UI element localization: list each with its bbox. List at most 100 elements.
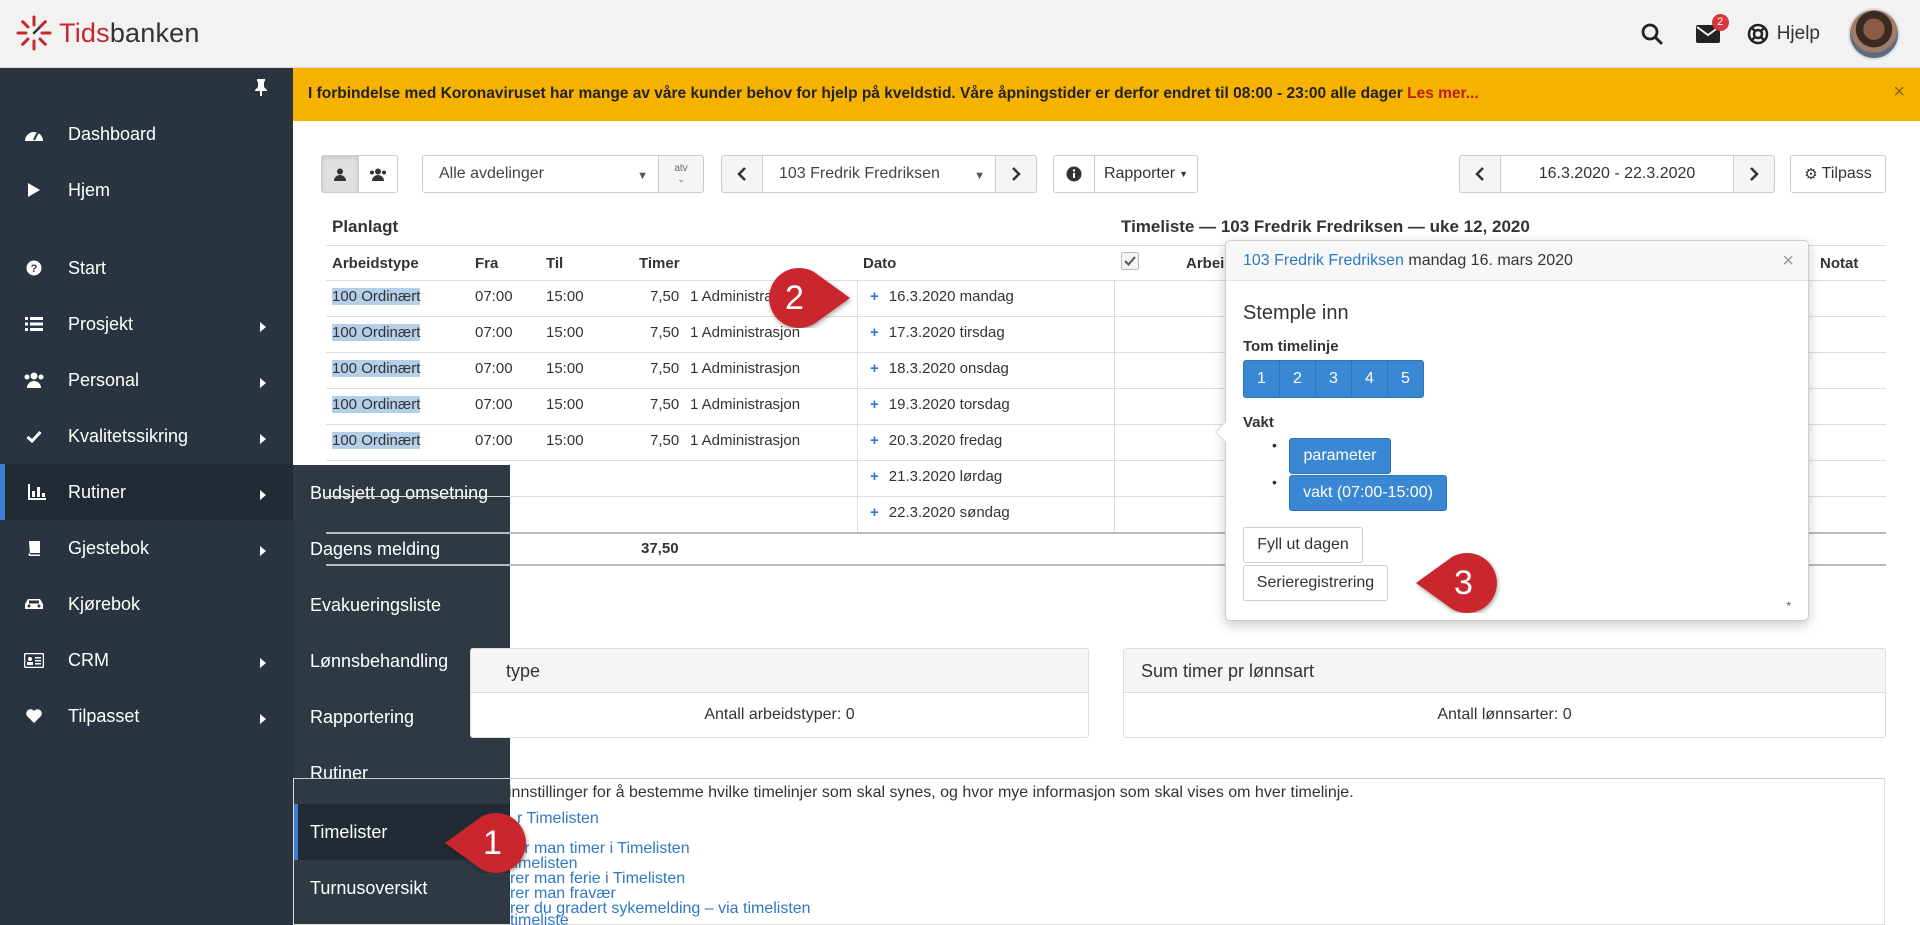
sidebar-item-gjestebok[interactable]: Gjestebok [0, 520, 293, 576]
planned-total: 37,50 [641, 540, 679, 557]
car-icon [0, 597, 68, 611]
date-row-3[interactable]: +19.3.2020 torsdag [870, 396, 1010, 413]
empty-line-2-button[interactable]: 2 [1279, 360, 1316, 398]
row-hours: 7,50 [650, 324, 680, 341]
series-registration-button[interactable]: Serieregistrering [1243, 565, 1388, 601]
work-type-count: Antall arbeidstyper: 0 [704, 706, 855, 723]
caret-right-icon [259, 317, 267, 338]
bar-chart-icon [5, 484, 68, 500]
popover-close-icon[interactable]: × [1782, 250, 1794, 273]
caret-right-icon [259, 429, 267, 450]
row-to: 15:00 [546, 288, 584, 305]
help-button[interactable]: Hjelp [1747, 23, 1820, 45]
svg-text:?: ? [31, 263, 38, 275]
logo-icon [16, 15, 52, 51]
department-select[interactable]: Alle avdelinger ▼ [422, 155, 659, 193]
caret-right-icon [259, 485, 267, 506]
date-range-field[interactable]: 16.3.2020 - 22.3.2020 [1500, 155, 1734, 193]
empty-line-3-button[interactable]: 3 [1315, 360, 1352, 398]
date-row-5[interactable]: +21.3.2020 lørdag [870, 468, 1002, 485]
plus-icon: + [870, 288, 879, 305]
popover-person-link[interactable]: 103 Fredrik Fredriksen [1243, 252, 1404, 269]
bullet: • [1272, 474, 1277, 490]
submenu-item-evakueringsliste[interactable]: Evakueringsliste [293, 577, 510, 633]
atv-sort-button[interactable]: atv ⌄ [658, 155, 704, 193]
reports-dropdown[interactable]: Rapporter ▼ [1094, 155, 1198, 193]
date-row-6[interactable]: +22.3.2020 søndag [870, 504, 1010, 521]
row-hours: 7,50 [650, 288, 680, 305]
submenu-item-dagens-melding[interactable]: Dagens melding [293, 521, 510, 577]
sidebar-item-dashboard[interactable]: Dashboard [0, 106, 293, 162]
punch-in-popover: 103 Fredrik Fredriksen mandag 16. mars 2… [1215, 240, 1809, 621]
plus-icon: + [870, 432, 879, 449]
date-row-2[interactable]: +18.3.2020 onsdag [870, 360, 1009, 377]
top-bar: Tidsbanken 2 Hjelp [0, 0, 1920, 68]
sidebar-item-start[interactable]: ? Start [0, 240, 293, 296]
sidebar-item-kvalitetssikring[interactable]: Kvalitetssikring [0, 408, 293, 464]
sidebar-item-hjem[interactable]: Hjem [0, 162, 293, 218]
question-circle-icon: ? [0, 260, 68, 276]
check-icon [0, 430, 68, 443]
row-hours: 7,50 [650, 432, 680, 449]
row-type: 100 Ordinært [332, 360, 421, 377]
sidebar-item-rutiner[interactable]: Rutiner [0, 464, 293, 520]
wage-type-panel: Sum timer pr lønnsart Antall lønnsarter:… [1123, 648, 1886, 738]
caret-right-icon [259, 653, 267, 674]
read-more-link[interactable]: Les mer... [1407, 85, 1479, 102]
col-notat: Notat [1820, 255, 1859, 272]
sidebar: Dashboard Hjem ? Start Prosjekt Personal… [0, 68, 293, 925]
col-arbeidstype: Arbeidstype [332, 255, 419, 272]
caret-right-icon [259, 541, 267, 562]
info-button[interactable] [1053, 155, 1095, 193]
row-type: 100 Ordinært [332, 396, 421, 413]
col-til: Til [546, 255, 564, 272]
date-row-4[interactable]: +20.3.2020 fredag [870, 432, 1002, 449]
row-to: 15:00 [546, 432, 584, 449]
row-from: 07:00 [475, 432, 513, 449]
empty-line-1-button[interactable]: 1 [1243, 360, 1280, 398]
plus-icon: + [870, 360, 879, 377]
play-icon [0, 182, 68, 198]
employee-select[interactable]: 103 Fredrik Fredriksen ▼ [762, 155, 996, 193]
tidsbanken-logo[interactable]: Tidsbanken [15, 14, 200, 52]
user-avatar[interactable] [1848, 8, 1900, 60]
single-person-toggle[interactable] [321, 155, 359, 193]
date-row-1[interactable]: +17.3.2020 tirsdag [870, 324, 1005, 341]
gear-icon: ⚙ [1804, 166, 1818, 183]
sidebar-item-prosjekt[interactable]: Prosjekt [0, 296, 293, 352]
mail-icon[interactable]: 2 [1691, 14, 1729, 51]
next-week-button[interactable] [1733, 155, 1775, 193]
info-circle-icon [1066, 166, 1082, 182]
shift-day-button[interactable]: vakt (07:00-15:00) [1289, 475, 1447, 511]
empty-line-5-button[interactable]: 5 [1387, 360, 1424, 398]
row-dept: 1 Administrasjon [690, 360, 801, 377]
date-row-0[interactable]: +16.3.2020 mandag [870, 288, 1014, 305]
alert-close-icon[interactable]: × [1893, 81, 1905, 104]
search-icon[interactable] [1635, 17, 1669, 51]
info-text: innstillinger for å bestemme hvilke time… [508, 784, 1354, 801]
sidebar-item-personal[interactable]: Personal [0, 352, 293, 408]
prev-employee-button[interactable] [721, 155, 763, 193]
caret-down-icon: ▼ [637, 170, 648, 182]
list-icon [0, 317, 68, 331]
sidebar-item-tilpasset[interactable]: Tilpasset [0, 688, 293, 744]
submenu-item-budsjett[interactable]: Budsjett og omsetning [293, 465, 510, 521]
select-all-checkbox[interactable] [1121, 252, 1139, 270]
fill-day-button[interactable]: Fyll ut dagen [1243, 527, 1363, 563]
help-link[interactable]: timeliste [510, 912, 569, 925]
corona-alert-banner: I forbindelse med Koronaviruset har mang… [293, 68, 1920, 121]
empty-line-4-button[interactable]: 4 [1351, 360, 1388, 398]
col-dato: Dato [863, 255, 897, 272]
next-employee-button[interactable] [995, 155, 1037, 193]
row-hours: 7,50 [650, 360, 680, 377]
sidebar-item-crm[interactable]: CRM [0, 632, 293, 688]
sidebar-item-kjorebok[interactable]: Kjørebok [0, 576, 293, 632]
customize-button[interactable]: ⚙ Tilpass [1790, 155, 1886, 193]
shift-parameter-button[interactable]: parameter [1289, 438, 1391, 474]
bullet: • [1272, 437, 1277, 453]
prev-week-button[interactable] [1459, 155, 1501, 193]
chevron-right-icon [1012, 167, 1021, 181]
logo-text: Tidsbanken [59, 17, 200, 48]
pin-icon[interactable] [254, 78, 268, 101]
group-toggle[interactable] [358, 155, 398, 193]
